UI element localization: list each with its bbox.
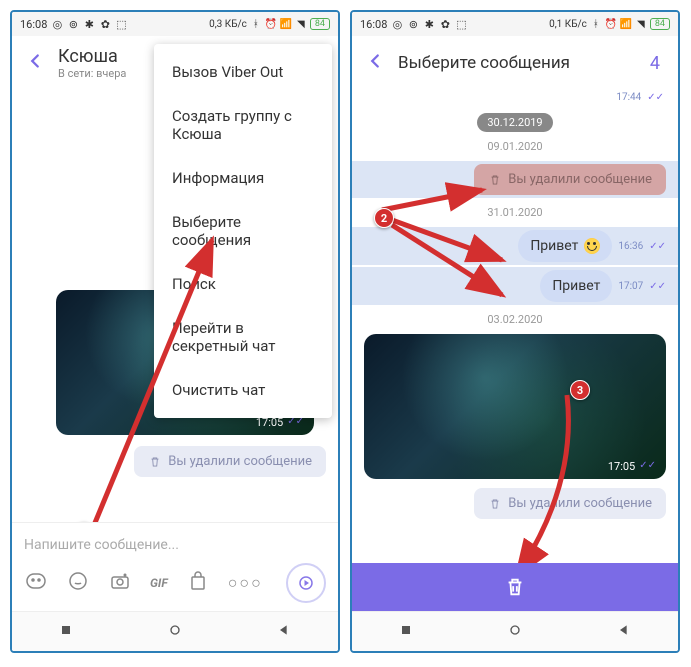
trash-icon (488, 497, 502, 511)
message-row-selected[interactable]: Привет 16:36 ✓✓ (352, 227, 678, 265)
back-button[interactable] (364, 50, 386, 76)
wifi-icon: ◥ (635, 18, 647, 30)
nav-back[interactable] (616, 622, 632, 642)
msg-time: 17:05✓✓ (608, 460, 656, 473)
nav-back[interactable] (276, 622, 292, 642)
context-menu: Вызов Viber Out Создать группу с Ксюша И… (154, 44, 332, 418)
bluetooth-icon: ᚼ (250, 18, 262, 30)
message-row-selected[interactable]: Вы удалили сообщение (352, 161, 678, 198)
send-button[interactable] (286, 563, 326, 603)
deleted-message: Вы удалили сообщение (134, 446, 326, 477)
status-time: 16:08 (360, 18, 387, 31)
menu-search[interactable]: Поиск (154, 262, 332, 306)
appbar: Выберите сообщения 4 (352, 36, 678, 90)
nav-recents[interactable] (398, 622, 414, 642)
notif-icon: ✿ (99, 18, 111, 30)
notif-icon: ✿ (439, 18, 451, 30)
msg-time: 16:36 (618, 241, 643, 252)
sticker-icon[interactable] (66, 569, 90, 597)
alarm-icon: ⏰ (265, 18, 277, 30)
delete-button[interactable] (352, 563, 678, 611)
photo-message[interactable]: 17:05✓✓ (364, 334, 666, 479)
message-input[interactable]: Напишите сообщение... (24, 531, 326, 563)
read-check-icon: ✓✓ (649, 281, 666, 292)
nav-recents[interactable] (58, 622, 74, 642)
trash-icon (504, 576, 526, 598)
notif-icon: ⊚ (407, 18, 419, 30)
nav-bar (352, 611, 678, 651)
signal-icon: 📶 (620, 18, 632, 30)
nav-home[interactable] (167, 622, 183, 642)
menu-viber-out[interactable]: Вызов Viber Out (154, 50, 332, 94)
trash-icon (488, 173, 502, 187)
menu-select-messages[interactable]: Выберите сообщения (154, 200, 332, 262)
nav-home[interactable] (507, 622, 523, 642)
notif-icon: ⬚ (455, 18, 467, 30)
bluetooth-icon: ᚼ (590, 18, 602, 30)
notif-icon: ✱ (423, 18, 435, 30)
notif-icon: ◎ (391, 18, 403, 30)
notif-icon: ◎ (51, 18, 63, 30)
date-label: 03.02.2020 (352, 313, 678, 326)
read-check-icon: ✓✓ (649, 241, 666, 252)
message-row-selected[interactable]: Привет 17:07 ✓✓ (352, 267, 678, 305)
notif-icon: ⬚ (115, 18, 127, 30)
camera-icon[interactable] (108, 569, 132, 597)
msg-time: 17:07 (618, 281, 643, 292)
menu-secret-chat[interactable]: Перейти в секретный чат (154, 306, 332, 368)
gif-icon[interactable]: GIF (150, 576, 168, 590)
message-row[interactable]: Вы удалили сообщение (352, 485, 678, 522)
battery-icon: 84 (310, 18, 330, 30)
read-check-icon: ✓✓ (647, 92, 664, 103)
back-button[interactable] (24, 50, 46, 76)
phone-right: 16:08 ◎ ⊚ ✱ ✿ ⬚ 0,1 КБ/с ᚼ ⏰ 📶 ◥ 84 Выбе… (350, 10, 680, 653)
statusbar: 16:08 ◎ ⊚ ✱ ✿ ⬚ 0,3 КБ/с ᚼ ⏰ 📶 ◥ 84 (12, 12, 338, 36)
selection-count: 4 (650, 53, 666, 74)
phone-left: 16:08 ◎ ⊚ ✱ ✿ ⬚ 0,3 КБ/с ᚼ ⏰ 📶 ◥ 84 Ксюш… (10, 10, 340, 653)
smile-emoji (584, 238, 600, 254)
alarm-icon: ⏰ (605, 18, 617, 30)
face-icon[interactable] (24, 569, 48, 597)
deleted-message: Вы удалили сообщение (474, 164, 666, 195)
signal-icon: 📶 (280, 18, 292, 30)
message-bubble: Привет (518, 230, 612, 262)
chat-area: 17:44 ✓✓ 30.12.2019 09.01.2020 Вы удалил… (352, 90, 678, 563)
notif-icon: ✱ (83, 18, 95, 30)
menu-clear-chat[interactable]: Очистить чат (154, 368, 332, 412)
msg-time: 17:44 (616, 92, 641, 103)
menu-info[interactable]: Информация (154, 156, 332, 200)
date-chip: 30.12.2019 (477, 113, 552, 132)
notif-icon: ⊚ (67, 18, 79, 30)
status-time: 16:08 (20, 18, 47, 31)
menu-create-group[interactable]: Создать группу с Ксюша (154, 94, 332, 156)
deleted-message: Вы удалили сообщение (474, 488, 666, 519)
trash-icon (148, 455, 162, 469)
battery-icon: 84 (650, 18, 670, 30)
wifi-icon: ◥ (295, 18, 307, 30)
date-label: 09.01.2020 (352, 140, 678, 153)
net-speed: 0,3 КБ/с (209, 19, 247, 30)
net-speed: 0,1 КБ/с (549, 19, 587, 30)
page-title: Выберите сообщения (398, 53, 638, 73)
nav-bar (12, 611, 338, 651)
input-area: Напишите сообщение... GIF ○○○ (12, 522, 338, 611)
date-label: 31.01.2020 (352, 206, 678, 219)
more-icon[interactable]: ○○○ (228, 573, 263, 593)
statusbar: 16:08 ◎ ⊚ ✱ ✿ ⬚ 0,1 КБ/с ᚼ ⏰ 📶 ◥ 84 (352, 12, 678, 36)
shop-icon[interactable] (186, 569, 210, 597)
message-bubble: Привет (540, 270, 612, 302)
